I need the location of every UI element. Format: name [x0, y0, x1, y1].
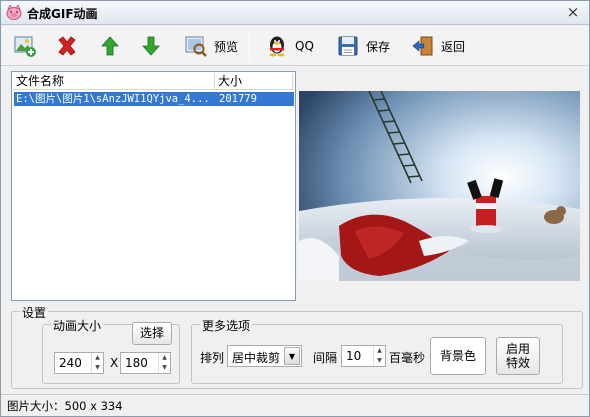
file-size-cell: 201779: [219, 93, 257, 105]
size-separator: X: [110, 356, 119, 370]
interval-stepper[interactable]: 10 ▲ ▼: [341, 345, 386, 367]
settings-group: 设置 动画大小 选择 240 ▲ ▼ X 180 ▲ ▼ 更多选项 排列 居中裁剪 …: [11, 304, 583, 389]
gif-composer-window: 合成GIF动画 × 预览 QQ 保存 返回 文件名称 大小 E:\图片\图片1\…: [0, 0, 590, 417]
delete-x-icon: [58, 36, 76, 56]
anim-size-title: 动画大小: [51, 317, 104, 334]
qq-label: QQ: [295, 39, 314, 53]
save-floppy-icon: [338, 36, 358, 56]
preview-image: [299, 91, 580, 281]
image-size-status: 图片大小：500 x 334: [7, 399, 123, 413]
preview-label: 预览: [214, 39, 239, 54]
toolbar: 预览 QQ 保存 返回: [1, 26, 589, 66]
width-stepper-arrows[interactable]: ▲ ▼: [91, 353, 103, 373]
height-value: 180: [125, 356, 148, 370]
settings-group-title: 设置: [20, 304, 49, 321]
back-button[interactable]: 返回: [411, 32, 465, 60]
select-size-button[interactable]: 选择: [132, 322, 172, 345]
arrange-value: 居中裁剪: [232, 351, 281, 365]
preview-button[interactable]: 预览: [184, 32, 238, 60]
height-stepper[interactable]: 180 ▲ ▼: [120, 352, 171, 374]
column-header-size[interactable]: 大小: [215, 73, 293, 90]
status-bar: 图片大小：500 x 334: [1, 394, 589, 416]
window-title: 合成GIF动画: [27, 7, 98, 21]
effects-label-line2: 特效: [505, 356, 530, 370]
effects-label-line1: 启用: [505, 342, 530, 356]
title-bar: 合成GIF动画 ×: [1, 1, 589, 25]
background-color-button[interactable]: 背景色: [430, 337, 486, 375]
chevron-down-icon[interactable]: ▼: [284, 347, 300, 365]
interval-value: 10: [346, 349, 362, 363]
move-up-button[interactable]: [98, 32, 122, 60]
pig-app-icon: [6, 5, 22, 20]
file-name-cell: E:\图片\图片1\sAnzJWI1QYjva_4...: [16, 93, 210, 105]
qq-penguin-icon: [269, 36, 285, 57]
preview-magnifier-icon: [185, 36, 207, 57]
toolbar-separator: [249, 30, 250, 62]
close-button[interactable]: ×: [565, 4, 581, 20]
qq-button[interactable]: QQ: [265, 32, 314, 60]
list-header: 文件名称 大小: [13, 73, 294, 90]
interval-label: 间隔: [313, 351, 338, 365]
column-header-filename[interactable]: 文件名称: [13, 73, 215, 90]
save-label: 保存: [366, 39, 391, 54]
arrange-label: 排列: [200, 351, 225, 365]
delete-button[interactable]: [55, 32, 79, 60]
add-image-button[interactable]: [13, 32, 37, 60]
preview-picture: [299, 91, 580, 281]
more-options-title: 更多选项: [200, 317, 253, 334]
file-list[interactable]: 文件名称 大小 E:\图片\图片1\sAnzJWI1QYjva_4... 201…: [11, 71, 296, 301]
interval-stepper-arrows[interactable]: ▲ ▼: [373, 346, 385, 366]
arrow-down-icon: [142, 36, 160, 56]
move-down-button[interactable]: [139, 32, 163, 60]
more-options-group: 更多选项 排列 居中裁剪 ▼ 间隔 10 ▲ ▼ 百毫秒 背景色 启用 特效: [191, 317, 563, 384]
arrow-up-icon: [101, 36, 119, 56]
save-button[interactable]: 保存: [336, 32, 390, 60]
interval-unit: 百毫秒: [389, 351, 426, 365]
list-item[interactable]: E:\图片\图片1\sAnzJWI1QYjva_4... 201779: [14, 92, 294, 106]
back-door-icon: [412, 36, 433, 56]
height-stepper-arrows[interactable]: ▲ ▼: [158, 353, 170, 373]
arrange-dropdown[interactable]: 居中裁剪 ▼: [227, 345, 302, 367]
width-stepper[interactable]: 240 ▲ ▼: [54, 352, 104, 374]
enable-effects-button[interactable]: 启用 特效: [496, 337, 540, 375]
anim-size-group: 动画大小 选择 240 ▲ ▼ X 180 ▲ ▼: [42, 317, 180, 384]
add-image-icon: [14, 36, 36, 57]
back-label: 返回: [441, 39, 466, 54]
width-value: 240: [59, 356, 82, 370]
